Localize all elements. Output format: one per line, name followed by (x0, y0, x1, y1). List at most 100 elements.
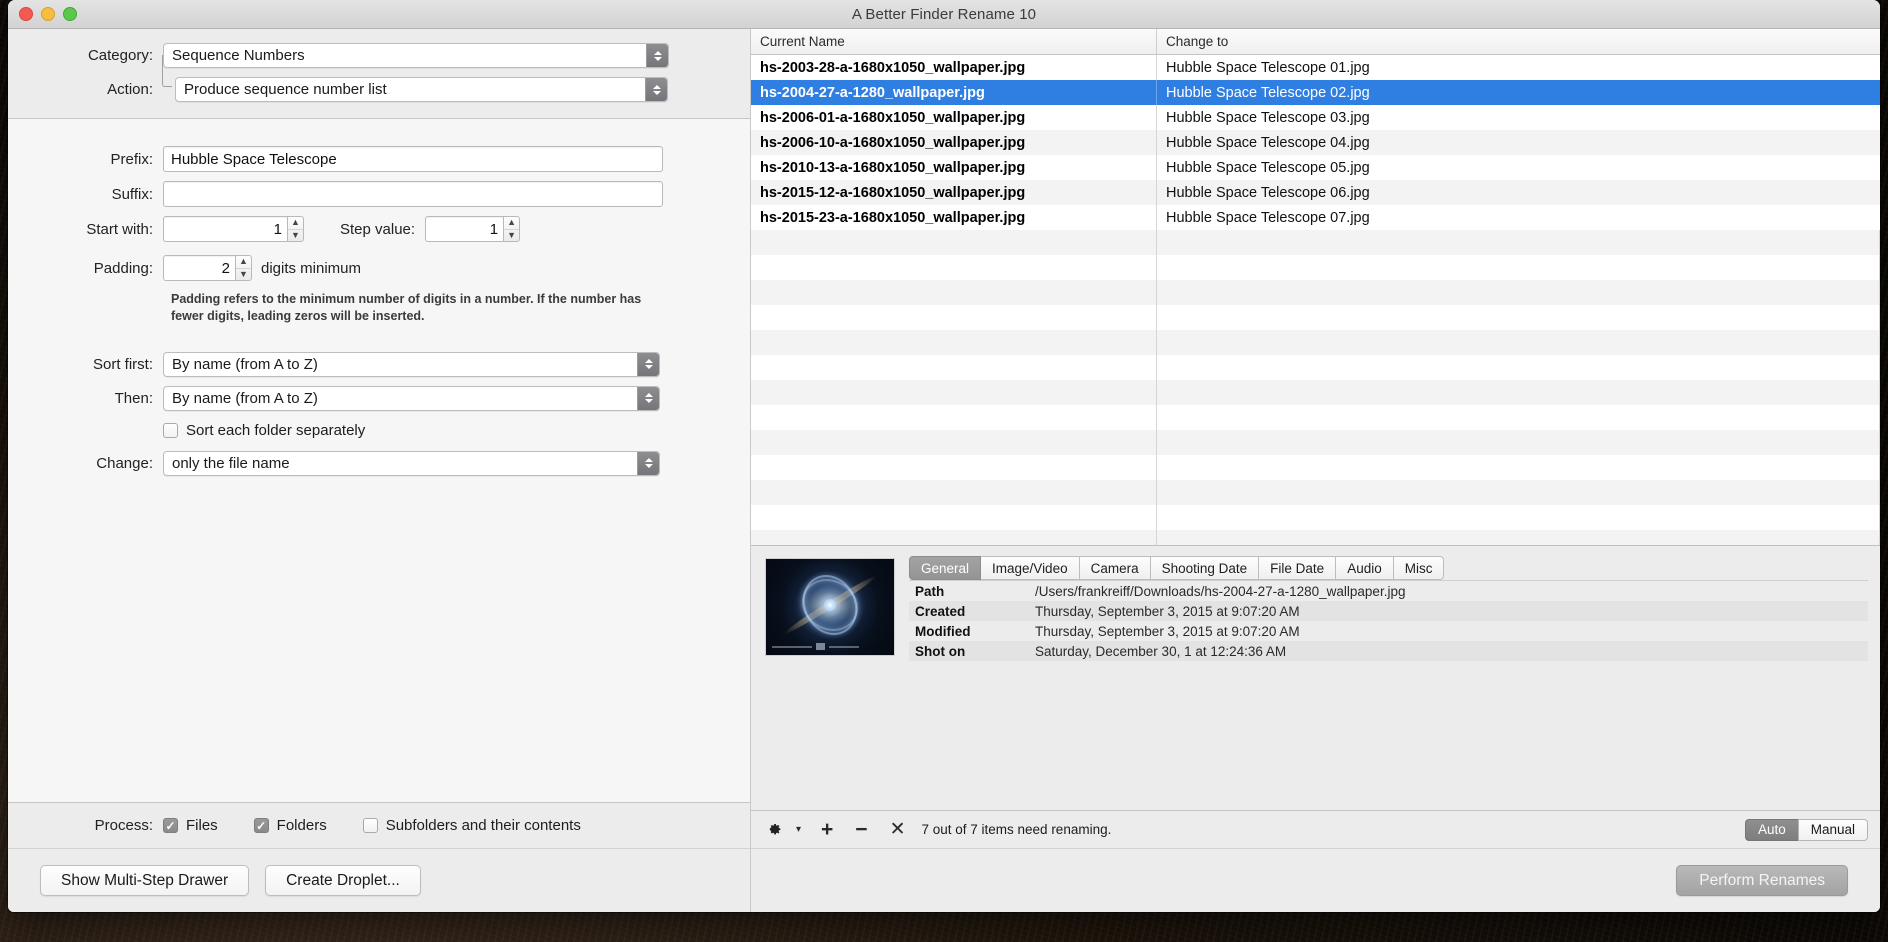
gear-caret-icon[interactable]: ▾ (796, 824, 801, 835)
table-row[interactable]: hs-2006-10-a-1680x1050_wallpaper.jpg Hubb… (751, 130, 1880, 155)
then-select[interactable]: By name (from A to Z) (163, 385, 660, 411)
remove-icon[interactable]: − (855, 818, 867, 842)
table-row-empty[interactable] (751, 405, 1880, 430)
perform-renames-button[interactable]: Perform Renames (1676, 865, 1848, 896)
category-value: Sequence Numbers (172, 47, 305, 64)
table-row-empty[interactable] (751, 230, 1880, 255)
action-label: Action: (107, 81, 153, 98)
start-with-stepper[interactable]: 1 ▲ ▼ (163, 216, 304, 242)
table-row-empty[interactable] (751, 305, 1880, 330)
category-select[interactable]: Sequence Numbers (163, 43, 669, 68)
prefix-value: Hubble Space Telescope (171, 150, 337, 168)
metadata-value: Saturday, December 30, 1 at 12:24:36 AM (1035, 643, 1287, 659)
mode-auto-button[interactable]: Auto (1744, 818, 1798, 841)
then-value: By name (from A to Z) (172, 389, 318, 407)
table-row[interactable]: hs-2004-27-a-1280_wallpaper.jpg Hubble Sp… (751, 80, 1880, 105)
nebula-core (824, 599, 836, 612)
process-folders[interactable]: Folders (253, 817, 327, 834)
table-row-empty[interactable] (751, 530, 1880, 545)
sort-first-row: Sort first: By name (from A to Z) (8, 351, 750, 377)
clear-icon[interactable]: ✕ (890, 818, 906, 841)
table-row-empty[interactable] (751, 505, 1880, 530)
stepper-up-icon[interactable]: ▲ (236, 256, 251, 269)
table-row-empty[interactable] (751, 280, 1880, 305)
create-droplet-button[interactable]: Create Droplet... (265, 865, 421, 896)
step-value-stepper[interactable]: 1 ▲ ▼ (425, 216, 521, 242)
metadata-row: Path/Users/frankreiff/Downloads/hs-2004-… (909, 581, 1868, 601)
zoom-button[interactable] (63, 7, 77, 21)
info-panel: General Image/Video Camera Shooting Date Fil… (751, 545, 1880, 810)
show-multi-step-drawer-button[interactable]: Show Multi-Step Drawer (40, 865, 250, 896)
process-subfolders-checkbox[interactable] (362, 818, 378, 833)
mode-segmented-control[interactable]: Auto Manual (1744, 818, 1868, 841)
process-subfolders[interactable]: Subfolders and their contents (362, 817, 581, 834)
sort-first-select[interactable]: By name (from A to Z) (163, 351, 660, 377)
step-value-stepper-buttons[interactable]: ▲ ▼ (503, 216, 521, 242)
title-bar: A Better Finder Rename 10 (8, 0, 1880, 29)
prefix-input[interactable]: Hubble Space Telescope (163, 146, 663, 172)
padding-suffix-label: digits minimum (261, 259, 362, 277)
column-header-current-name[interactable]: Current Name (751, 29, 1157, 54)
table-row[interactable]: hs-2010-13-a-1680x1050_wallpaper.jpg Hubb… (751, 155, 1880, 180)
tab-file-date[interactable]: File Date (1259, 556, 1337, 580)
stepper-down-icon[interactable]: ▼ (504, 230, 519, 242)
stepper-up-icon[interactable]: ▲ (504, 217, 520, 230)
stepper-down-icon[interactable]: ▼ (236, 269, 251, 281)
table-row-empty[interactable] (751, 380, 1880, 405)
category-label: Category: (87, 47, 153, 64)
tab-audio[interactable]: Audio (1336, 556, 1394, 580)
table-row-empty[interactable] (751, 480, 1880, 505)
padding-input[interactable]: 2 (163, 255, 235, 281)
tab-shooting-date[interactable]: Shooting Date (1150, 556, 1260, 580)
metadata-tabs[interactable]: General Image/Video Camera Shooting Date Fil… (909, 556, 1868, 580)
close-button[interactable] (19, 7, 33, 21)
nebula-credit-line (772, 643, 888, 650)
action-select[interactable]: Produce sequence number list (175, 77, 668, 102)
chevron-updown-icon (637, 386, 659, 410)
table-row[interactable]: hs-2003-28-a-1680x1050_wallpaper.jpg Hubb… (751, 55, 1880, 80)
sort-each-folder-checkbox[interactable] (163, 422, 178, 438)
padding-stepper[interactable]: 2 ▲ ▼ (163, 255, 252, 281)
stepper-up-icon[interactable]: ▲ (288, 217, 303, 230)
column-header-change-to[interactable]: Change to (1157, 29, 1880, 54)
elbow-connector (162, 55, 172, 87)
cell-change-to: Hubble Space Telescope 06.jpg (1166, 184, 1370, 201)
gear-icon[interactable] (765, 821, 782, 838)
metadata-key: Shot on (915, 643, 966, 659)
table-row[interactable]: hs-2006-01-a-1680x1050_wallpaper.jpg Hubb… (751, 105, 1880, 130)
status-text: 7 out of 7 items need renaming. (921, 822, 1112, 837)
table-row[interactable]: hs-2015-12-a-1680x1050_wallpaper.jpg Hubb… (751, 180, 1880, 205)
start-with-stepper-buttons[interactable]: ▲ ▼ (287, 216, 304, 242)
tab-general[interactable]: General (909, 556, 982, 580)
process-files-checkbox[interactable] (163, 818, 178, 833)
process-folders-checkbox[interactable] (253, 818, 269, 833)
padding-label: Padding: (93, 259, 153, 277)
table-row-empty[interactable] (751, 455, 1880, 480)
file-list-rows[interactable]: hs-2003-28-a-1680x1050_wallpaper.jpg Hubb… (751, 55, 1880, 545)
start-with-input[interactable]: 1 (163, 216, 287, 242)
step-value-input[interactable]: 1 (425, 216, 504, 242)
process-files[interactable]: Files (163, 817, 218, 834)
table-row-empty[interactable] (751, 330, 1880, 355)
cell-current-name: hs-2004-27-a-1280_wallpaper.jpg (751, 80, 1157, 105)
chevron-updown-icon (646, 44, 668, 67)
table-row-empty[interactable] (751, 430, 1880, 455)
add-icon[interactable]: + (821, 818, 833, 842)
mode-manual-button[interactable]: Manual (1797, 818, 1868, 841)
stepper-down-icon[interactable]: ▼ (288, 230, 303, 242)
table-row-empty[interactable] (751, 255, 1880, 280)
tab-camera[interactable]: Camera (1079, 556, 1151, 580)
change-row: Change: only the file name (8, 450, 750, 476)
table-row-empty[interactable] (751, 355, 1880, 380)
change-select[interactable]: only the file name (163, 450, 660, 476)
minimize-button[interactable] (41, 7, 55, 21)
nebula-thumbnail[interactable] (765, 558, 895, 656)
padding-stepper-buttons[interactable]: ▲ ▼ (235, 255, 252, 281)
sort-each-folder-row: Sort each folder separately (8, 422, 750, 439)
tab-image-video[interactable]: Image/Video (981, 556, 1080, 580)
right-button-bar: Perform Renames (751, 848, 1880, 912)
tab-misc[interactable]: Misc (1393, 556, 1445, 580)
suffix-input[interactable] (163, 181, 663, 207)
table-row[interactable]: hs-2015-23-a-1680x1050_wallpaper.jpg Hubb… (751, 205, 1880, 230)
cell-change-to: Hubble Space Telescope 05.jpg (1166, 159, 1370, 176)
